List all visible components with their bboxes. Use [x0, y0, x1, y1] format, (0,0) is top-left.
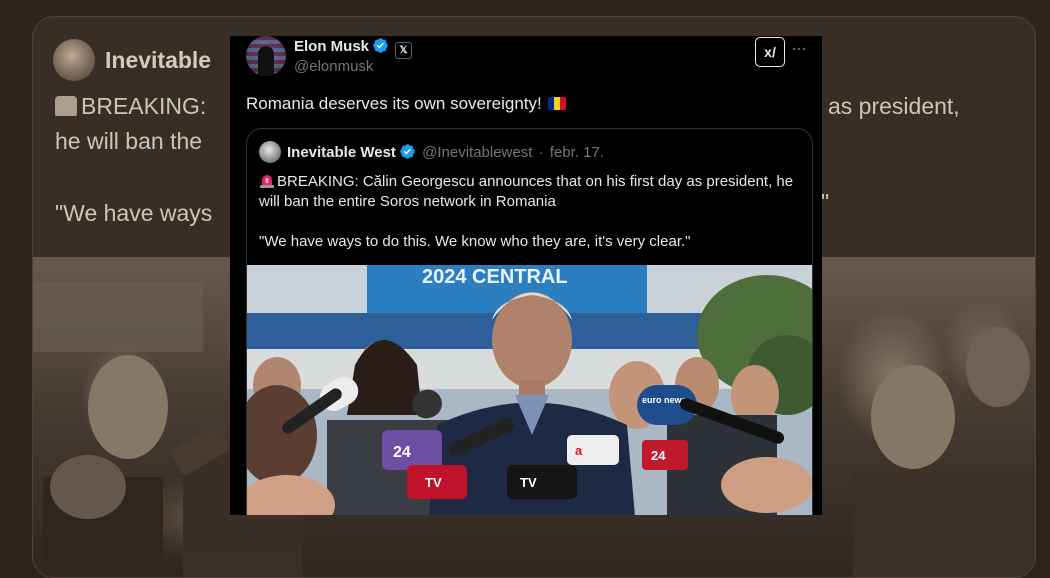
quote-author-avatar[interactable] [259, 141, 281, 163]
quote-breaking-text: BREAKING: Călin Georgescu announces that… [259, 173, 794, 210]
photo-mic-label-1: TV [425, 475, 442, 490]
photo-mic-label-3: a [575, 443, 583, 458]
tweet-card: Elon Musk 𝕏 @elonmusk x/ ··· Romania dese… [230, 36, 822, 515]
photo-mic-label-4: euro news [642, 395, 687, 405]
author-handle[interactable]: @elonmusk [294, 58, 373, 75]
author-name-row[interactable]: Elon Musk 𝕏 [294, 37, 413, 59]
romania-flag-icon [547, 97, 566, 110]
quote-author-name[interactable]: Inevitable West [287, 144, 396, 161]
tweet-text: Romania deserves its own sovereignty! [246, 94, 566, 114]
author-avatar[interactable] [246, 36, 286, 76]
author-name[interactable]: Elon Musk [294, 38, 369, 55]
x-logo-icon: 𝕏 [395, 42, 413, 59]
quote-photo[interactable]: 2024 CENTRAL 24 TV a euro news 24 TV [247, 265, 812, 515]
more-icon[interactable]: ··· [791, 38, 807, 59]
siren-icon [260, 175, 274, 188]
quoted-tweet[interactable]: Inevitable West @Inevitablewest · febr. … [246, 128, 813, 515]
quote-body: BREAKING: Călin Georgescu announces that… [259, 172, 799, 252]
verified-badge-icon [373, 38, 388, 53]
quote-author-handle[interactable]: @Inevitablewest [422, 144, 532, 161]
avatar-figure [258, 46, 274, 76]
quote-statement: "We have ways to do this. We know who th… [259, 233, 691, 250]
tweet-text-content: Romania deserves its own sovereignty! [246, 94, 542, 113]
quote-spacer [259, 212, 799, 232]
photo-mic-label-6: TV [520, 475, 537, 490]
quote-header: Inevitable West @Inevitablewest · febr. … [287, 143, 604, 161]
quote-breaking-line: BREAKING: Călin Georgescu announces that… [259, 172, 799, 212]
grok-icon[interactable]: x/ [755, 37, 785, 67]
photo-mic-label-5: 24 [651, 448, 666, 463]
quote-verified-badge-icon [400, 144, 415, 159]
quote-date[interactable]: febr. 17. [550, 144, 604, 161]
press-scene-illustration: 2024 CENTRAL 24 TV a euro news 24 TV [247, 265, 812, 515]
photo-banner-text: 2024 CENTRAL [422, 266, 568, 288]
quote-separator: · [538, 144, 544, 161]
photo-mic-label-2: 24 [393, 444, 411, 461]
